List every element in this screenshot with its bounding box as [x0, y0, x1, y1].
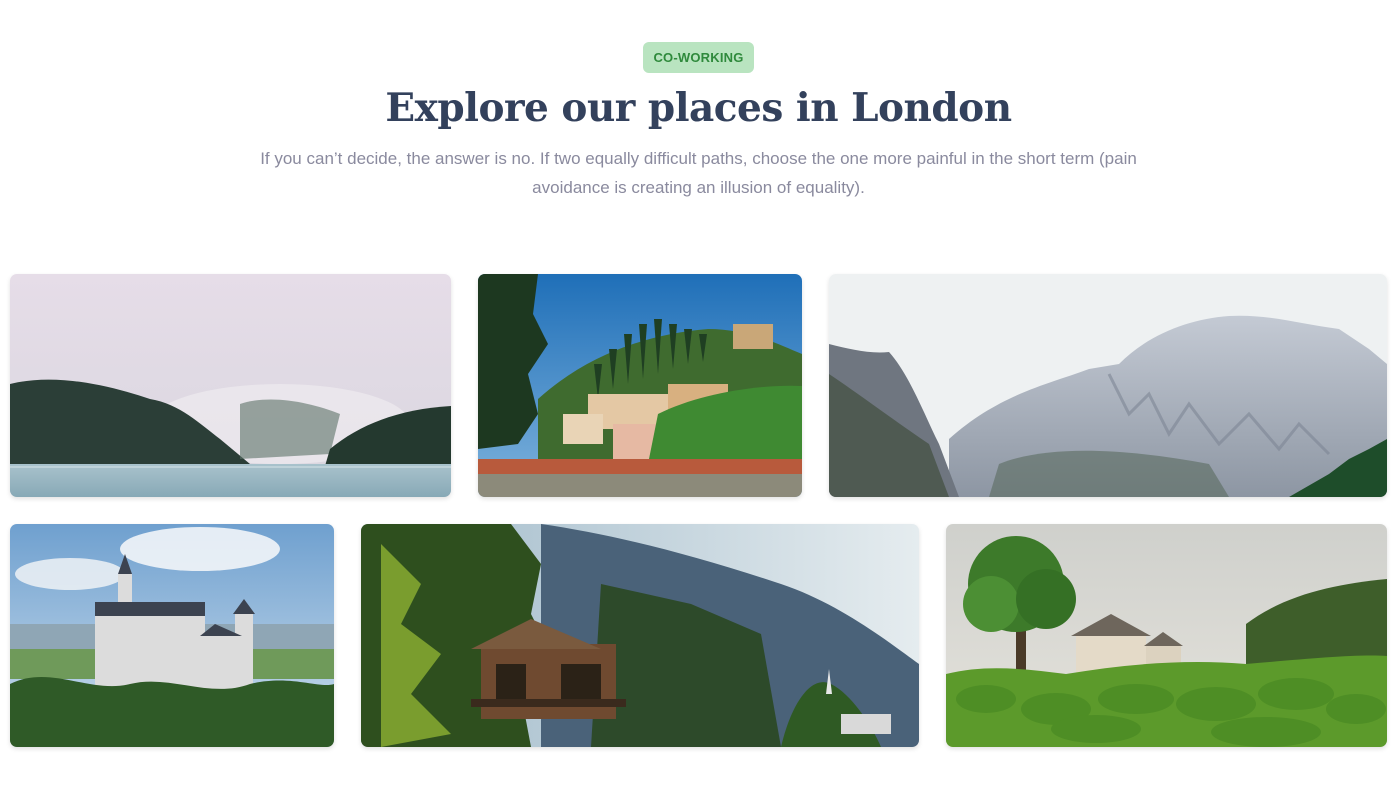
gallery-card-hillside-town[interactable] [478, 274, 802, 497]
rocky-mountains-photo [829, 274, 1387, 497]
gallery-card-castle[interactable] [10, 524, 334, 747]
wooden-cabin-photo [361, 524, 919, 747]
page-title: Explore our places in London [385, 85, 1012, 131]
gallery-card-forest-cabin[interactable] [361, 524, 919, 747]
page-subtitle: If you can’t decide, the answer is no. I… [260, 149, 1137, 197]
manor-garden-photo [946, 524, 1387, 747]
gallery-card-foggy-lake[interactable] [10, 274, 451, 497]
gallery-card-mountains[interactable] [829, 274, 1387, 497]
category-badge: CO-WORKING [643, 42, 754, 73]
italian-town-photo [478, 274, 802, 497]
castle-photo [10, 524, 334, 747]
gallery-card-topiary-garden[interactable] [946, 524, 1387, 747]
misty-lake-photo [10, 274, 451, 497]
